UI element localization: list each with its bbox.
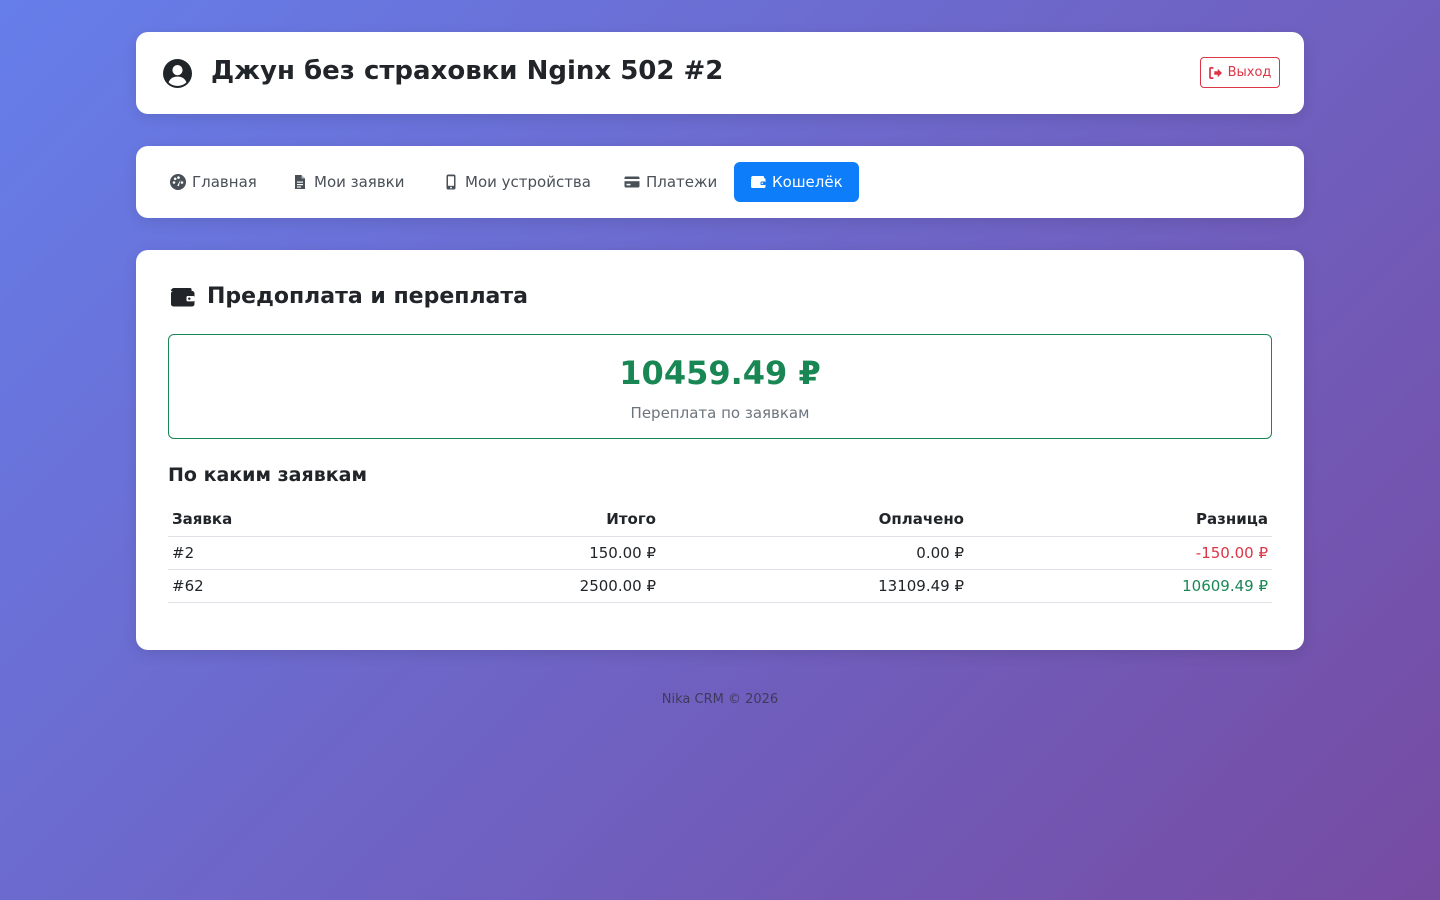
sign-out-icon [1208,66,1222,79]
balance-amount: 10459.49 ₽ [619,354,821,392]
balance-box: 10459.49 ₽ Переплата по заявкам [168,334,1272,439]
orders-title: По каким заявкам [168,464,367,486]
credit-card-icon [624,176,640,188]
order-paid: 13109.49 ₽ [660,569,968,603]
tab-home[interactable]: Главная [154,162,273,202]
user-circle-icon [163,59,192,88]
wallet-title: Предоплата и переплата [170,284,528,309]
tab-payments-label: Платежи [646,173,718,191]
tab-my-devices[interactable]: Мои устройства [427,162,607,202]
tab-wallet[interactable]: Кошелёк [734,162,859,202]
wallet-icon [171,287,195,306]
footer-text: Nika CRM © 2026 [661,692,779,707]
table-row: #62 2500.00 ₽ 13109.49 ₽ 10609.49 ₽ [168,569,1272,603]
tab-home-label: Главная [192,173,257,191]
order-diff: -150.00 ₽ [968,536,1272,570]
page-title: Джун без страховки Nginx 502 #2 [211,56,724,86]
tab-my-devices-label: Мои устройства [465,173,591,191]
logout-label: Выход [1227,65,1272,80]
order-diff: 10609.49 ₽ [968,569,1272,603]
column-header-diff: Разница [968,503,1272,537]
order-paid: 0.00 ₽ [660,536,968,570]
column-header-order: Заявка [168,503,368,537]
orders-table: Заявка Итого Оплачено Разница #2 150.00 … [168,503,1272,603]
column-header-paid: Оплачено [660,503,968,537]
tab-wallet-label: Кошелёк [772,173,843,191]
order-total: 150.00 ₽ [368,536,660,570]
logout-button[interactable]: Выход [1200,57,1280,88]
balance-label: Переплата по заявкам [630,404,810,422]
tab-my-orders-label: Мои заявки [314,173,405,191]
order-id: #62 [168,569,368,603]
nav-card: Главная Мои заявки Мои устройства Платеж… [136,146,1304,218]
wallet-title-text: Предоплата и переплата [207,284,528,309]
wallet-icon [751,176,766,188]
column-header-total: Итого [368,503,660,537]
tab-my-orders[interactable]: Мои заявки [276,162,420,202]
table-row: #2 150.00 ₽ 0.00 ₽ -150.00 ₽ [168,536,1272,570]
wallet-card: Предоплата и переплата 10459.49 ₽ Перепл… [136,250,1304,650]
dashboard-icon [170,174,186,190]
order-id: #2 [168,536,368,570]
header-card: Джун без страховки Nginx 502 #2 Выход [136,32,1304,114]
order-total: 2500.00 ₽ [368,569,660,603]
tab-payments[interactable]: Платежи [608,162,733,202]
mobile-icon [446,174,456,190]
document-icon [295,175,305,189]
table-header-row: Заявка Итого Оплачено Разница [168,503,1272,537]
